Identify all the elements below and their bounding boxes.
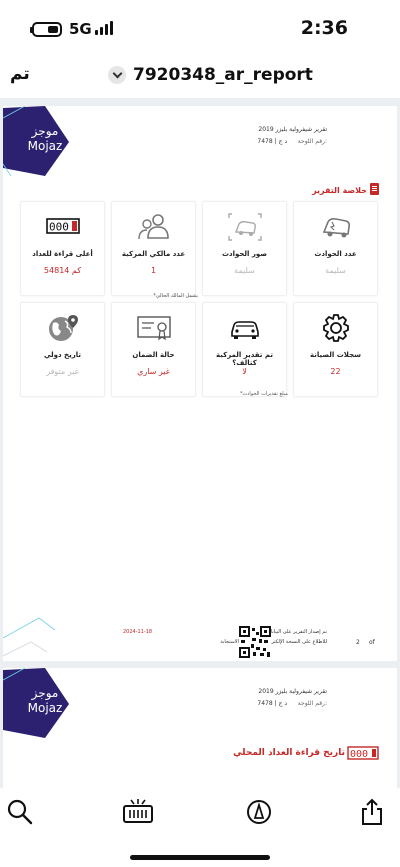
card-value: 54814 كم: [43, 266, 82, 275]
card-label: صور الحوادث: [221, 250, 268, 258]
card-accidents-count: عدد الحوادث سليمة: [293, 201, 378, 296]
gear-icon: [322, 314, 349, 342]
odometer-icon: 000: [347, 746, 379, 760]
plate-label: رقم اللوحة:: [297, 700, 327, 707]
logo-text-ar: موجز: [31, 124, 59, 138]
done-button[interactable]: تم: [10, 64, 30, 84]
card-value: غير ساري: [137, 367, 170, 376]
logo-text-en: Mojaz: [27, 701, 63, 715]
card-warranty-status: حالة الضمان غير ساري: [111, 302, 196, 397]
document-viewer[interactable]: موجز Mojaz تقرير شيفرولية بليزر 2019 رقم…: [0, 98, 400, 788]
qr-code-icon: [239, 626, 271, 658]
card-label: أعلى قراءة للعداد: [32, 250, 93, 258]
card-international-history: تاريخ دولي غير متوفر: [20, 302, 105, 397]
card-maintenance-records: سجلات الصيانة 22: [293, 302, 378, 397]
card-label: سجلات الصيانة: [310, 351, 361, 359]
signal-icon: [95, 21, 113, 35]
report-page: موجز Mojaz تقرير شيفرولية بليزر 2019 رقم…: [3, 106, 397, 661]
network-type: 5G: [69, 20, 92, 38]
markup-icon[interactable]: [245, 798, 273, 826]
plate-value: د ج | 7478: [257, 138, 287, 145]
card-value: غير متوفر: [46, 367, 79, 376]
logo-text-ar: موجز: [31, 686, 59, 700]
page-number: 2: [356, 639, 360, 646]
card-label: عدد مالكي المركبة: [121, 250, 186, 258]
card-value: سليمة: [234, 266, 255, 275]
card-label: تم تقدير المركبة كتالف؟: [216, 351, 273, 367]
plate-value: د ج | 7478: [257, 700, 287, 707]
crashed-car-icon: [322, 218, 350, 238]
nav-header: تم 7920348_ar_report: [0, 56, 400, 98]
card-max-odometer: 000 أعلى قراءة للعداد 54814 كم: [20, 201, 105, 296]
vehicle-heading: تقرير شيفرولية بليزر 2019: [258, 126, 327, 133]
odometer-icon: 000: [45, 218, 80, 234]
logo-text-en: Mojaz: [27, 139, 63, 153]
search-icon[interactable]: [6, 798, 34, 826]
footer-issue-date: 2024-11-18: [123, 629, 153, 635]
card-label: حالة الضمان: [132, 351, 175, 359]
owners-icon: [137, 214, 169, 240]
plate-label: رقم اللوحة:: [297, 138, 327, 145]
odometer-history-title: تاريخ قراءة العداد المحلي: [233, 748, 345, 758]
battery-icon: [30, 22, 62, 37]
summary-title: خلاصة التقرير: [312, 186, 367, 195]
accidents-footnote: *مبلغ تقديرات الحوادث: [239, 391, 288, 397]
car-icon: [230, 321, 259, 339]
status-bar: 5G 2:36: [0, 0, 400, 56]
page-of-label: of: [369, 639, 375, 646]
svg-text:000: 000: [49, 221, 69, 234]
card-total-loss: تم تقدير المركبة كتالف؟ لا: [202, 302, 287, 397]
globe-location-icon: [48, 315, 78, 341]
odometer-digits: 000: [350, 749, 368, 760]
document-title[interactable]: 7920348_ar_report: [133, 65, 313, 85]
card-value: سليمة: [325, 266, 346, 275]
owner-footnote: *يشمل المالك الحالي: [153, 293, 198, 299]
vehicle-heading: تقرير شيفرولية بليزر 2019: [258, 688, 327, 695]
card-value: 1: [150, 266, 157, 275]
report-page-2: موجز Mojaz تقرير شيفرولية بليزر 2019 رقم…: [3, 668, 397, 788]
report-icon: [370, 183, 379, 195]
card-label: تاريخ دولي: [43, 351, 82, 359]
card-value: 22: [330, 367, 341, 376]
accident-photo-icon: [227, 213, 262, 241]
card-accident-photos: صور الحوادث سليمة: [202, 201, 287, 296]
warranty-certificate-icon: [136, 316, 171, 341]
share-icon[interactable]: [358, 798, 386, 826]
home-indicator: [130, 855, 270, 860]
chevron-down-icon[interactable]: [108, 66, 126, 84]
corner-decoration: [3, 617, 56, 657]
card-value: لا: [242, 367, 247, 376]
card-label: عدد الحوادث: [314, 250, 357, 258]
clock: 2:36: [300, 17, 348, 39]
card-owners-count: عدد مالكي المركبة 1: [111, 201, 196, 296]
scan-icon[interactable]: [122, 798, 154, 826]
